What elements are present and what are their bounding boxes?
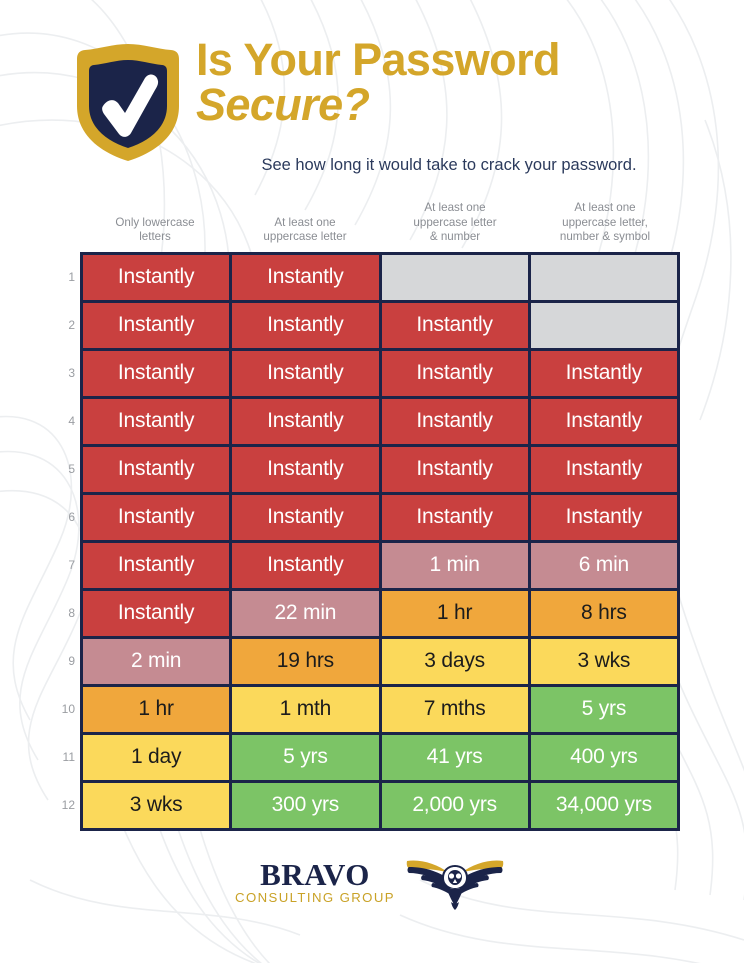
logo-brand-tagline: CONSULTING GROUP xyxy=(235,890,395,906)
table-cell: 7 mths xyxy=(381,686,531,732)
table-cell: 2,000 yrs xyxy=(381,782,531,828)
table-row: 10 1 hr 1 mth 7 mths 5 yrs xyxy=(62,686,677,735)
table-cell: 1 min xyxy=(381,542,531,588)
table-cell: 3 days xyxy=(381,638,531,684)
column-header-label: At least one uppercase letter xyxy=(263,215,347,244)
column-header-uppercase-number: At least one uppercase letter & number xyxy=(380,201,530,252)
table-row: 9 2 min 19 hrs 3 days 3 wks xyxy=(68,638,677,687)
table-row: 8 Instantly 22 min 1 hr 8 hrs xyxy=(68,590,677,639)
table-row: 7 Instantly Instantly 1 min 6 min xyxy=(68,542,677,591)
column-header-label: At least one uppercase letter, number & sy… xyxy=(559,201,651,244)
table-cell: Instantly xyxy=(530,494,677,540)
logo-brand-name: BRAVO xyxy=(260,857,370,893)
table-cell: 5 yrs xyxy=(232,734,382,780)
table-cell: 3 wks xyxy=(83,782,233,828)
owl-logo-icon xyxy=(406,860,504,910)
table-cell: Instantly xyxy=(232,350,382,396)
table-cell: 8 hrs xyxy=(530,590,677,636)
table-row: 4 Instantly Instantly Instantly Instantly xyxy=(68,398,677,447)
table-cell: 34,000 yrs xyxy=(530,782,677,828)
table-cell: Instantly xyxy=(83,446,233,492)
table-row: 5 Instantly Instantly Instantly Instantly xyxy=(68,446,677,495)
row-number-label: 11 xyxy=(62,750,75,765)
table-cell: 41 yrs xyxy=(381,734,531,780)
table-row: 11 1 day 5 yrs 41 yrs 400 yrs xyxy=(63,734,677,783)
table-cell: 19 hrs xyxy=(232,638,382,684)
column-header-uppercase-number-symbol: At least one uppercase letter, number & sy… xyxy=(530,201,680,252)
table-cell: 5 yrs xyxy=(530,686,677,732)
table-row: 6 Instantly Instantly Instantly Instantly xyxy=(68,494,677,543)
table-row: 3 Instantly Instantly Instantly Instantly xyxy=(68,350,677,399)
table-cell: Instantly xyxy=(232,398,382,444)
table-cell: Instantly xyxy=(381,302,531,348)
table-cell: Instantly xyxy=(83,254,233,300)
row-number-label: 1 xyxy=(68,270,75,285)
table-cell: 400 yrs xyxy=(530,734,677,780)
header: Is Your Password Secure? xyxy=(0,0,744,161)
table-cell: Instantly xyxy=(83,590,233,636)
column-header-row: Only lowercase letters At least one upperc… xyxy=(80,201,680,252)
table-cell-empty xyxy=(530,254,677,300)
page-title-line1: Is Your Password xyxy=(196,34,560,85)
table-cell-empty xyxy=(530,302,677,348)
column-header-label: At least one uppercase letter & number xyxy=(413,201,497,244)
row-number-label: 9 xyxy=(68,654,75,669)
table-cell: 1 day xyxy=(83,734,233,780)
row-number-label: 4 xyxy=(68,414,75,429)
table-cell: 1 hr xyxy=(83,686,233,732)
row-number-label: 2 xyxy=(68,318,75,333)
table-cell: 300 yrs xyxy=(232,782,382,828)
row-number-label: 7 xyxy=(68,558,75,573)
logo-text: BRAVO CONSULTING GROUP xyxy=(235,859,395,904)
table-cell: Instantly xyxy=(83,302,233,348)
table-cell: Instantly xyxy=(530,398,677,444)
table-cell-empty xyxy=(381,254,531,300)
page-title-line2: Secure? xyxy=(196,79,370,131)
row-number-label: 5 xyxy=(68,462,75,477)
row-number-label: 6 xyxy=(68,510,75,525)
table-cell: Instantly xyxy=(530,350,677,396)
table-row: 2 Instantly Instantly Instantly xyxy=(68,302,677,351)
column-header-label: Only lowercase letters xyxy=(115,215,195,244)
table-cell: Instantly xyxy=(232,254,382,300)
row-number-label: 8 xyxy=(68,606,75,621)
password-crack-time-table: 1 Instantly Instantly 2 Instantly Instantly In… xyxy=(44,251,680,831)
table-cell: Instantly xyxy=(83,494,233,540)
table-grid: 1 Instantly Instantly 2 Instantly Instantly In… xyxy=(62,251,680,831)
infographic-page: Is Your Password Secure? See how long it… xyxy=(0,0,744,963)
table-cell: Instantly xyxy=(232,446,382,492)
table-row: 12 3 wks 300 yrs 2,000 yrs 34,000 yrs xyxy=(62,782,677,828)
table-row: 1 Instantly Instantly xyxy=(68,254,677,303)
table-cell: 6 min xyxy=(530,542,677,588)
table-cell: Instantly xyxy=(232,542,382,588)
row-number-label: 10 xyxy=(61,702,75,717)
table-cell: Instantly xyxy=(232,302,382,348)
table-cell: 3 wks xyxy=(530,638,677,684)
shield-check-icon xyxy=(77,44,179,161)
table-cell: 1 hr xyxy=(381,590,531,636)
shield-logo xyxy=(66,36,190,164)
table-cell: Instantly xyxy=(83,398,233,444)
table-cell: 1 mth xyxy=(232,686,382,732)
row-number-label: 3 xyxy=(68,366,75,381)
footer: BRAVO CONSULTING GROUP xyxy=(0,847,744,917)
table-cell: Instantly xyxy=(83,542,233,588)
table-cell: Instantly xyxy=(232,494,382,540)
column-header-lowercase: Only lowercase letters xyxy=(80,216,230,252)
table-cell: Instantly xyxy=(381,446,531,492)
row-number-label: 12 xyxy=(61,798,75,813)
table-cell: Instantly xyxy=(530,446,677,492)
owl-logo-wrap xyxy=(401,854,509,910)
table-cell: 22 min xyxy=(232,590,382,636)
table-cell: Instantly xyxy=(381,494,531,540)
table-cell: 2 min xyxy=(83,638,233,684)
table-cell: Instantly xyxy=(83,350,233,396)
bravo-consulting-logo: BRAVO CONSULTING GROUP xyxy=(235,854,509,910)
title-block: Is Your Password Secure? xyxy=(190,36,714,128)
column-header-uppercase: At least one uppercase letter xyxy=(230,216,380,252)
table-cell: Instantly xyxy=(381,350,531,396)
table-cell: Instantly xyxy=(381,398,531,444)
